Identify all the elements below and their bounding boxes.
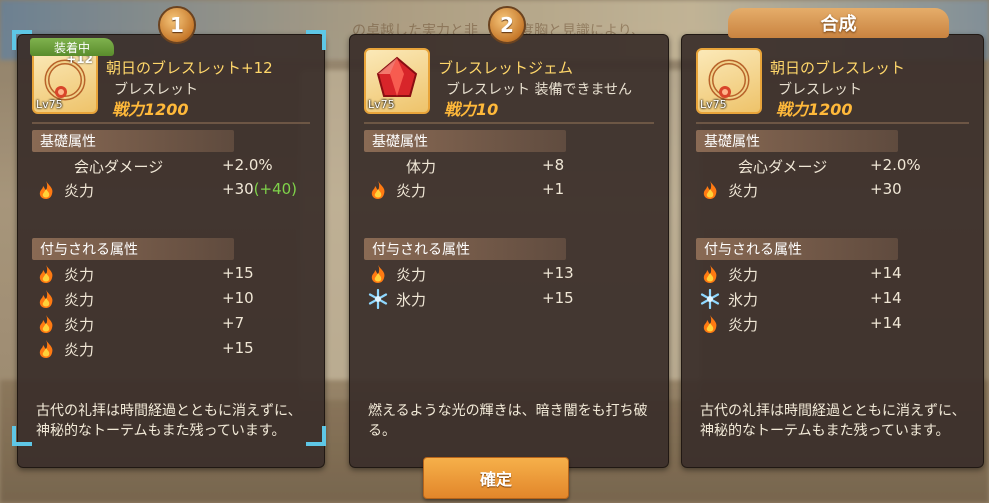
item-level: Lv75 <box>368 98 395 111</box>
merge-result-title: 合成 <box>728 8 949 38</box>
stat-value: +30 <box>222 180 254 198</box>
item-description: 古代の礼拝は時間経過とともに消えずに、神秘的なトーテムもまた残っています。 <box>36 403 302 439</box>
stat-value: +7 <box>222 314 245 332</box>
bracelet-item-icon: +12 Lv75 <box>32 48 98 114</box>
stat-row: 炎力 +15 <box>32 262 314 286</box>
stat-label: 氷力 <box>728 291 759 309</box>
divider <box>696 122 969 124</box>
confirm-button[interactable]: 確定 <box>423 457 569 499</box>
granted-attributes-header: 付与される属性 <box>696 238 898 260</box>
fire-icon <box>703 315 717 333</box>
fire-icon <box>39 315 53 333</box>
stat-value: +15 <box>222 339 254 357</box>
combat-power: 戦力10 <box>444 100 499 119</box>
stat-row: 体力 +8 <box>364 154 658 178</box>
equipped-tag: 装着中 <box>30 38 114 56</box>
combat-power: 戦力1200 <box>776 100 853 119</box>
item-level: Lv75 <box>700 98 727 111</box>
fire-icon <box>39 340 53 358</box>
ice-icon <box>700 289 720 309</box>
stat-label: 炎力 <box>728 266 759 284</box>
item-level: Lv75 <box>36 98 63 111</box>
stat-label: 会心ダメージ <box>74 158 164 176</box>
base-attributes-header: 基礎属性 <box>696 130 898 152</box>
stat-value: +15 <box>222 264 254 282</box>
stat-row: 炎力 +30 <box>696 178 973 202</box>
granted-attributes-header: 付与される属性 <box>32 238 234 260</box>
stat-label: 炎力 <box>728 316 759 334</box>
item-name: ブレスレットジェム <box>438 59 574 77</box>
stat-row: 炎力 +7 <box>32 312 314 336</box>
fire-icon <box>39 181 53 199</box>
stat-bonus: (+40) <box>253 180 298 198</box>
item-name: 朝日のブレスレット <box>770 59 906 77</box>
item-description: 古代の礼拝は時間経過とともに消えずに、神秘的なトーテムもまた残っています。 <box>700 403 966 439</box>
stat-value: +14 <box>870 264 902 282</box>
bracelet-item-icon: Lv75 <box>696 48 762 114</box>
stat-row: 会心ダメージ +2.0% <box>696 154 973 178</box>
selection-corner <box>306 426 326 446</box>
fire-icon <box>371 181 385 199</box>
stat-value: +15 <box>542 289 574 307</box>
selection-corner <box>306 30 326 50</box>
stat-label: 炎力 <box>396 182 427 200</box>
stat-value: +14 <box>870 314 902 332</box>
fire-icon <box>371 265 385 283</box>
stat-value: +2.0% <box>222 156 273 174</box>
stat-row: 炎力 +1 <box>364 178 658 202</box>
stat-value: +1 <box>542 180 565 198</box>
stat-row: 氷力 +15 <box>364 287 658 311</box>
item-description: 燃えるような光の輝きは、暗き闇をも打ち破る。 <box>368 403 648 439</box>
fire-icon <box>703 181 717 199</box>
stat-label: 体力 <box>406 158 437 176</box>
stat-row: 炎力 +14 <box>696 262 973 286</box>
stat-value: +30 <box>870 180 902 198</box>
stat-row: 炎力 +10 <box>32 287 314 311</box>
stat-label: 炎力 <box>396 266 427 284</box>
stat-label: 会心ダメージ <box>738 158 828 176</box>
slot-number-badge: 2 <box>488 6 526 44</box>
stat-row: 炎力 +30(+40) <box>32 178 314 202</box>
stat-row: 氷力 +14 <box>696 287 973 311</box>
stat-label: 炎力 <box>64 316 95 334</box>
fire-icon <box>39 265 53 283</box>
stat-label: 炎力 <box>64 266 95 284</box>
slot-number-badge: 1 <box>158 6 196 44</box>
stat-label: 氷力 <box>396 291 427 309</box>
stat-value: +13 <box>542 264 574 282</box>
stat-value: +8 <box>542 156 565 174</box>
selection-corner <box>12 30 32 50</box>
item-name: 朝日のブレスレット+12 <box>106 59 273 77</box>
divider <box>364 122 654 124</box>
stat-row: 炎力 +13 <box>364 262 658 286</box>
gem-item-icon: Lv75 <box>364 48 430 114</box>
stat-row: 炎力 +15 <box>32 337 314 361</box>
granted-attributes-header: 付与される属性 <box>364 238 566 260</box>
combat-power: 戦力1200 <box>112 100 189 119</box>
stat-value: +2.0% <box>870 156 921 174</box>
item-panel-equipped: +12 Lv75 朝日のブレスレット+12 ブレスレット 戦力1200 基礎属性… <box>17 34 325 468</box>
selection-corner <box>12 426 32 446</box>
stat-value: +14 <box>870 289 902 307</box>
divider <box>32 122 310 124</box>
base-attributes-header: 基礎属性 <box>32 130 234 152</box>
fire-icon <box>39 290 53 308</box>
fire-icon <box>703 265 717 283</box>
stat-row: 会心ダメージ +2.0% <box>32 154 314 178</box>
item-panel-gem: Lv75 ブレスレットジェム ブレスレット 装備できません 戦力10 基礎属性 … <box>349 34 669 468</box>
stat-label: 炎力 <box>64 182 95 200</box>
stat-row: 炎力 +14 <box>696 312 973 336</box>
item-panel-merge-result: Lv75 朝日のブレスレット ブレスレット 戦力1200 基礎属性 会心ダメージ… <box>681 34 984 468</box>
stat-label: 炎力 <box>728 182 759 200</box>
stat-label: 炎力 <box>64 341 95 359</box>
stat-label: 炎力 <box>64 291 95 309</box>
ice-icon <box>368 289 388 309</box>
base-attributes-header: 基礎属性 <box>364 130 566 152</box>
stat-value: +10 <box>222 289 254 307</box>
